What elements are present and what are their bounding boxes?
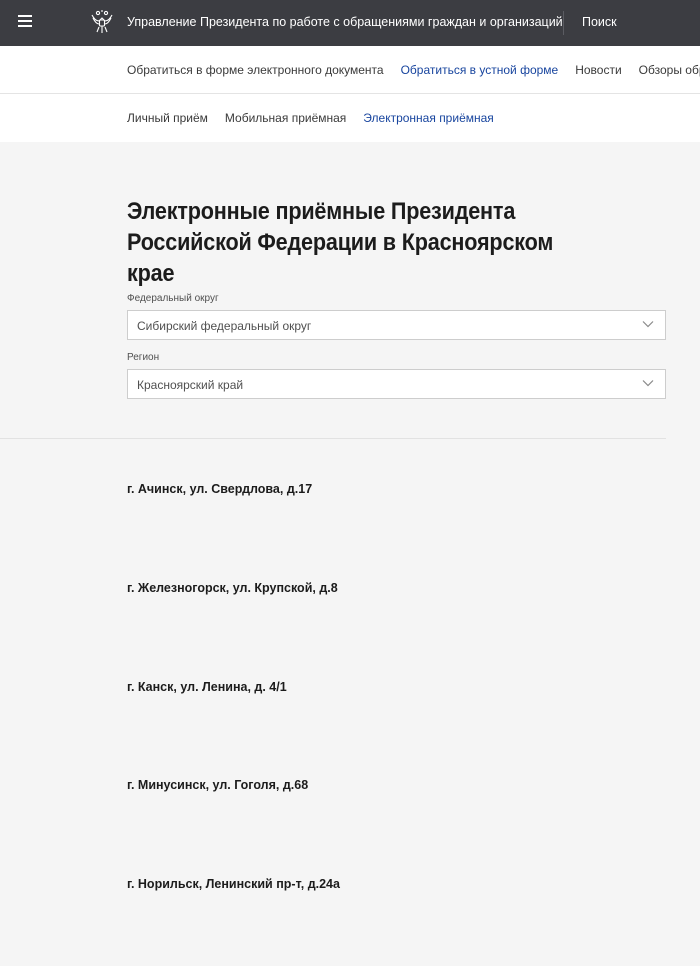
chevron-down-icon	[642, 380, 654, 387]
eagle-emblem-icon[interactable]	[90, 9, 114, 35]
top-header-bar: Управление Президента по работе с обраще…	[0, 0, 700, 46]
nav-mobile-reception[interactable]: Мобильная приёмная	[225, 111, 346, 125]
header-divider	[563, 11, 564, 35]
region-select-value: Красноярский край	[137, 378, 244, 392]
menu-icon[interactable]	[18, 14, 32, 28]
nav-personal-reception[interactable]: Личный приём	[127, 111, 208, 125]
nav-electronic-document[interactable]: Обратиться в форме электронного документ…	[127, 63, 384, 77]
secondary-nav: Личный приём Мобильная приёмная Электронна…	[0, 94, 700, 142]
primary-nav: Обратиться в форме электронного документ…	[0, 46, 700, 94]
reception-address[interactable]: г. Железногорск, ул. Крупской, д.8	[127, 581, 338, 595]
nav-electronic-reception[interactable]: Электронная приёмная	[363, 111, 494, 125]
reception-address[interactable]: г. Ачинск, ул. Свердлова, д.17	[127, 482, 312, 496]
district-select-value: Сибирский федеральный округ	[137, 319, 312, 333]
page-title: Электронные приёмные Президента Российск…	[127, 198, 554, 287]
nav-oral-form[interactable]: Обратиться в устной форме	[401, 63, 559, 77]
reception-address[interactable]: г. Канск, ул. Ленина, д. 4/1	[127, 680, 287, 694]
org-title[interactable]: Управление Президента по работе с обраще…	[127, 15, 563, 29]
region-select[interactable]: Красноярский край	[127, 369, 666, 399]
reception-address[interactable]: г. Норильск, Ленинский пр-т, д.24а	[127, 877, 340, 891]
section-divider	[0, 438, 666, 439]
nav-news[interactable]: Новости	[575, 63, 621, 77]
district-select[interactable]: Сибирский федеральный округ	[127, 310, 666, 340]
district-label: Федеральный округ	[127, 293, 219, 304]
chevron-down-icon	[642, 321, 654, 328]
nav-reviews[interactable]: Обзоры обращений	[639, 63, 700, 77]
search-link[interactable]: Поиск	[582, 15, 617, 29]
reception-address[interactable]: г. Минусинск, ул. Гоголя, д.68	[127, 778, 308, 792]
region-label: Регион	[127, 352, 160, 363]
